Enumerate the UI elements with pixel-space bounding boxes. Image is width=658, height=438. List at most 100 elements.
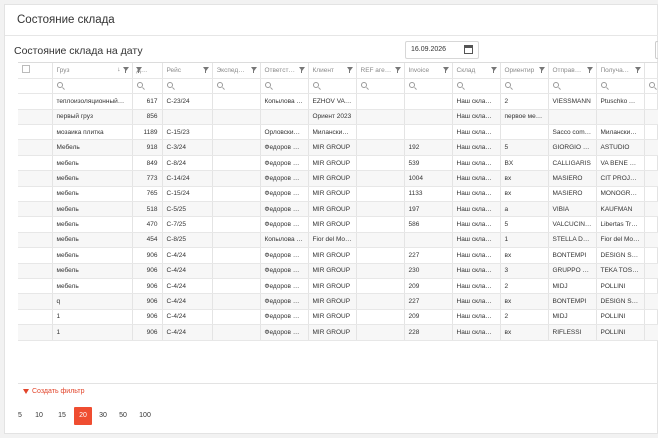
filter-icon[interactable] (442, 67, 449, 73)
search-cell[interactable] (404, 78, 453, 95)
search-icon[interactable] (312, 82, 319, 89)
filter-icon[interactable] (135, 67, 142, 73)
search-icon[interactable] (600, 82, 607, 89)
column-header-extra[interactable] (644, 63, 658, 79)
search-cell[interactable] (356, 78, 405, 95)
table-cell (18, 232, 53, 249)
page-size-option[interactable]: 50 (114, 407, 132, 425)
table-row[interactable]: Мебель 918 C-3/24 Федоров А… MIR GROUP 192 Наш… (18, 139, 658, 156)
column-header-landmark[interactable]: Ориентир (500, 63, 549, 79)
table-row[interactable]: мебель 470 C-7/25 Федоров А… MIR GROUP 586 Наш… (18, 216, 658, 233)
table-row[interactable]: первый груз 856 Ориент 2023 Наш склад … перв… (18, 109, 658, 126)
search-cell[interactable] (452, 78, 501, 95)
search-icon[interactable] (408, 82, 415, 89)
filter-icon (23, 389, 29, 394)
search-icon[interactable] (136, 82, 143, 89)
page-size-option[interactable]: 5 (11, 407, 29, 425)
table-cell (212, 309, 261, 326)
search-cell[interactable] (212, 78, 261, 95)
search-cell[interactable] (548, 78, 597, 95)
filter-icon[interactable] (586, 67, 593, 73)
calendar-icon[interactable] (464, 45, 473, 54)
search-cell[interactable] (500, 78, 549, 95)
date-picker[interactable]: 16.09.2026 (405, 41, 479, 59)
search-cell[interactable] (132, 78, 163, 95)
table-cell: Fior del Mo… (596, 232, 645, 249)
search-icon[interactable] (264, 82, 271, 89)
table-cell (212, 247, 261, 264)
sort-desc-icon[interactable]: ↓ (117, 66, 120, 73)
search-icon[interactable] (504, 82, 511, 89)
filter-icon[interactable] (298, 67, 305, 73)
column-header-invoice[interactable]: Invoice (404, 63, 453, 79)
search-icon[interactable] (56, 82, 63, 89)
table-row[interactable]: мебель 454 C-8/25 Копылова … Fior del Mo… Наш… (18, 232, 658, 249)
table-cell: 906 (132, 309, 163, 326)
select-all-checkbox[interactable] (22, 65, 30, 74)
table-cell: C-8/24 (162, 155, 213, 172)
column-header-cargo[interactable]: Груз ↓ (52, 63, 133, 79)
search-icon[interactable] (166, 82, 173, 89)
filter-icon[interactable] (202, 67, 209, 73)
table-cell: C-4/24 (162, 309, 213, 326)
filter-icon[interactable] (250, 67, 257, 73)
table-cell (212, 170, 261, 187)
search-icon[interactable] (360, 82, 367, 89)
select-all-header[interactable] (18, 63, 53, 79)
table-cell: 230 (404, 263, 453, 279)
table-row[interactable]: мебель 849 C-8/24 Федоров А… MIR GROUP 539 Наш… (18, 155, 658, 172)
table-cell: мебель (52, 186, 133, 203)
column-header-responsible[interactable]: Ответств… (260, 63, 309, 79)
filter-icon[interactable] (538, 67, 545, 73)
column-header-agent-ref[interactable]: REF агента (356, 63, 405, 79)
column-header-forwarder[interactable]: Экспеди… (212, 63, 261, 79)
column-header-client[interactable]: Клиент (308, 63, 357, 79)
table-row[interactable]: мозаика плитка 1189 C-15/23 Орловский … Мила… (18, 124, 658, 141)
table-row[interactable]: q 906 C-4/24 Федоров А… MIR GROUP 227 Наш скла… (18, 293, 658, 310)
table-cell (212, 263, 261, 279)
search-cell[interactable] (260, 78, 309, 95)
search-icon[interactable] (552, 82, 559, 89)
table-row[interactable]: мебель 906 C-4/24 Федоров А… MIR GROUP 209 Наш… (18, 278, 658, 295)
table-cell: MIR GROUP (308, 139, 357, 156)
table-row[interactable]: мебель 765 C-15/24 Федоров А… MIR GROUP 1133 Н… (18, 186, 658, 203)
page-size-option[interactable]: 15 (53, 407, 71, 425)
column-header-sender[interactable]: Отправи… (548, 63, 597, 79)
table-cell: Ориент 2023 (308, 109, 357, 126)
search-icon[interactable] (648, 82, 655, 89)
filter-icon[interactable] (634, 67, 641, 73)
search-cell[interactable] (596, 78, 645, 95)
table-row[interactable]: теплоизоляционный… 617 C-23/24 Копылова … EZ… (18, 93, 658, 110)
table-cell: 918 (132, 139, 163, 156)
page-size-option[interactable]: 100 (136, 407, 154, 425)
search-icon[interactable] (456, 82, 463, 89)
filter-icon[interactable] (394, 67, 401, 73)
search-cell[interactable] (308, 78, 357, 95)
table-row[interactable]: 1 906 C-4/24 Федоров А… MIR GROUP 209 Наш скла… (18, 309, 658, 326)
table-row[interactable]: мебель 906 C-4/24 Федоров А… MIR GROUP 230 Наш… (18, 263, 658, 279)
page-size-option[interactable]: 20 (74, 407, 92, 425)
table-row[interactable]: 1 906 C-4/24 Федоров А… MIR GROUP 228 Наш скла… (18, 324, 658, 341)
page-size-option[interactable]: 30 (94, 407, 112, 425)
search-icon[interactable] (216, 82, 223, 89)
filter-icon[interactable] (122, 67, 129, 73)
column-header-warehouse[interactable]: Склад (452, 63, 501, 79)
table-cell: 518 (132, 201, 163, 218)
column-header-trip[interactable]: Рейс (162, 63, 213, 79)
table-row[interactable]: мебель 906 C-4/24 Федоров А… MIR GROUP 227 Наш… (18, 247, 658, 264)
column-header-days[interactable]: Дней (132, 63, 163, 79)
search-cell[interactable] (644, 78, 658, 95)
column-header-receiver[interactable]: Получат… (596, 63, 645, 79)
page-size-option[interactable]: 10 (30, 407, 48, 425)
table-row[interactable]: мебель 518 C-5/25 Федоров А… MIR GROUP 197 Наш… (18, 201, 658, 218)
table-row[interactable]: мебель 773 C-14/24 Федоров А… MIR GROUP 1004 Н… (18, 170, 658, 187)
table-cell: Федоров А… (260, 293, 309, 310)
table-cell: KAUFMAN (596, 201, 645, 218)
table-cell: Орловский … (260, 124, 309, 141)
filter-icon[interactable] (346, 67, 353, 73)
table-cell: Миланский… (596, 124, 645, 141)
filter-icon[interactable] (490, 67, 497, 73)
create-filter-link[interactable]: Создать фильтр (23, 388, 85, 395)
search-cell[interactable] (162, 78, 213, 95)
search-cell[interactable] (52, 78, 133, 95)
